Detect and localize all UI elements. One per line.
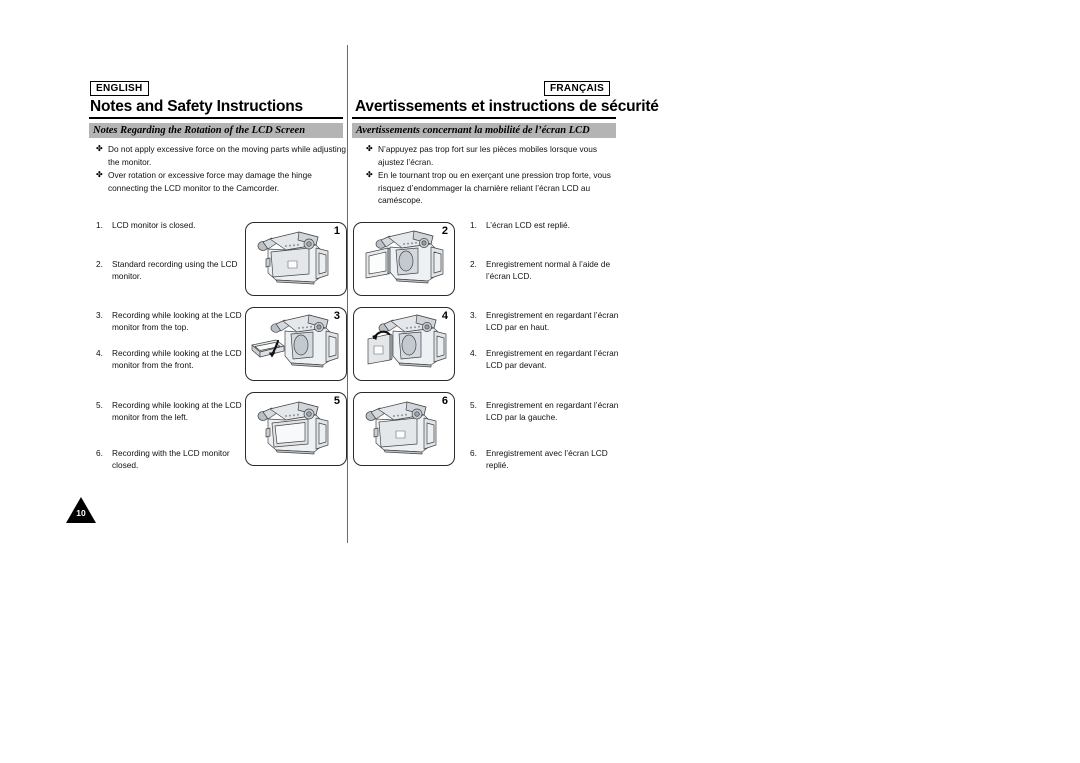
step-index: 6. (470, 448, 477, 458)
bullet-item: ✤ En le tournant trop ou en exerçant une… (366, 169, 618, 207)
bullet-text: N’appuyez pas trop fort sur les pièces m… (378, 144, 598, 167)
heading-rule-english (89, 117, 343, 119)
step-text: Enregistrement en regardant l’écran LCD … (486, 310, 619, 333)
section-title-english: Notes Regarding the Rotation of the LCD … (89, 123, 343, 138)
page-number: 10 (76, 508, 86, 518)
figure-number: 3 (333, 310, 340, 322)
camcorder-illustration-3 (251, 314, 339, 368)
camcorder-illustration-4 (367, 314, 447, 368)
bullet-item: ✤ Do not apply excessive force on the mo… (96, 143, 346, 168)
heading-rule-francais (352, 117, 616, 119)
figure-number: 4 (441, 310, 448, 322)
step-index: 4. (470, 348, 477, 358)
step-item-en-2: 2. Standard recording using the LCD moni… (96, 258, 256, 282)
figure-number: 5 (333, 395, 340, 407)
step-text: Enregistrement en regardant l’écran LCD … (486, 400, 619, 423)
step-item-fr-2: 2. Enregistrement normal à l’aide de l’é… (470, 258, 620, 282)
camcorder-illustration-2 (365, 230, 444, 284)
step-text: Enregistrement normal à l’aide de l’écra… (486, 259, 611, 282)
step-text: Standard recording using the LCD monitor… (112, 259, 238, 282)
step-item-en-3: 3. Recording while looking at the LCD mo… (96, 309, 256, 333)
step-index: 4. (96, 348, 103, 358)
step-text: Recording while looking at the LCD monit… (112, 348, 242, 371)
step-index: 2. (470, 259, 477, 269)
step-text: L’écran LCD est replié. (486, 220, 570, 230)
step-text: LCD monitor is closed. (112, 220, 196, 230)
camcorder-illustration-5 (257, 401, 329, 455)
step-index: 3. (470, 310, 477, 320)
diamond-bullet-icon: ✤ (366, 170, 373, 179)
step-index: 2. (96, 259, 103, 269)
step-item-fr-6: 6. Enregistrement avec l’écran LCD repli… (470, 447, 620, 471)
warning-bullets-english: ✤ Do not apply excessive force on the mo… (96, 143, 346, 195)
step-text: Recording with the LCD monitor closed. (112, 448, 230, 471)
diamond-bullet-icon: ✤ (96, 170, 103, 179)
section-title-francais: Avertissements concernant la mobilité de… (352, 123, 616, 138)
page-number-badge: 10 (66, 497, 96, 523)
diamond-bullet-icon: ✤ (96, 144, 103, 153)
figure-lcd-from-front: 4 (353, 307, 455, 381)
language-tag-francais: FRANÇAIS (544, 81, 611, 96)
step-item-fr-5: 5. Enregistrement en regardant l’écran L… (470, 399, 620, 423)
step-text: Enregistrement avec l’écran LCD replié. (486, 448, 608, 471)
step-text: Recording while looking at the LCD monit… (112, 310, 242, 333)
warning-bullets-francais: ✤ N’appuyez pas trop fort sur les pièces… (366, 143, 618, 208)
bullet-text: En le tournant trop ou en exerçant une p… (378, 170, 611, 205)
figure-lcd-closed-outward: 6 (353, 392, 455, 466)
step-item-fr-3: 3. Enregistrement en regardant l’écran L… (470, 309, 620, 333)
step-item-en-6: 6. Recording with the LCD monitor closed… (96, 447, 256, 471)
step-item-en-1: 1. LCD monitor is closed. (96, 219, 256, 231)
step-text: Enregistrement en regardant l’écran LCD … (486, 348, 619, 371)
step-index: 5. (470, 400, 477, 410)
figure-number: 1 (333, 225, 340, 237)
bullet-text: Over rotation or excessive force may dam… (108, 170, 312, 193)
bullet-item: ✤ Over rotation or excessive force may d… (96, 169, 346, 194)
step-index: 1. (470, 220, 477, 230)
figure-lcd-open-standard: 2 (353, 222, 455, 296)
column-divider (347, 45, 348, 543)
camcorder-illustration-1 (257, 231, 329, 285)
step-item-en-5: 5. Recording while looking at the LCD mo… (96, 399, 256, 423)
language-tag-english: ENGLISH (90, 81, 149, 96)
step-item-fr-4: 4. Enregistrement en regardant l’écran L… (470, 347, 620, 371)
step-index: 6. (96, 448, 103, 458)
step-text: Recording while looking at the LCD monit… (112, 400, 242, 423)
page-title-francais: Avertissements et instructions de sécuri… (355, 98, 659, 115)
step-index: 5. (96, 400, 103, 410)
bullet-text: Do not apply excessive force on the movi… (108, 144, 346, 167)
figure-lcd-from-top: 3 (245, 307, 347, 381)
page-title-english: Notes and Safety Instructions (90, 98, 303, 115)
figure-number: 2 (441, 225, 448, 237)
camcorder-illustration-6 (365, 401, 437, 455)
step-index: 3. (96, 310, 103, 320)
figure-lcd-closed: 1 (245, 222, 347, 296)
figure-number: 6 (441, 395, 448, 407)
step-item-en-4: 4. Recording while looking at the LCD mo… (96, 347, 256, 371)
step-item-fr-1: 1. L’écran LCD est replié. (470, 219, 620, 231)
manual-page: ENGLISH FRANÇAIS Notes and Safety Instru… (0, 0, 1080, 763)
diamond-bullet-icon: ✤ (366, 144, 373, 153)
step-index: 1. (96, 220, 103, 230)
figure-lcd-facing-left: 5 (245, 392, 347, 466)
bullet-item: ✤ N’appuyez pas trop fort sur les pièces… (366, 143, 618, 168)
